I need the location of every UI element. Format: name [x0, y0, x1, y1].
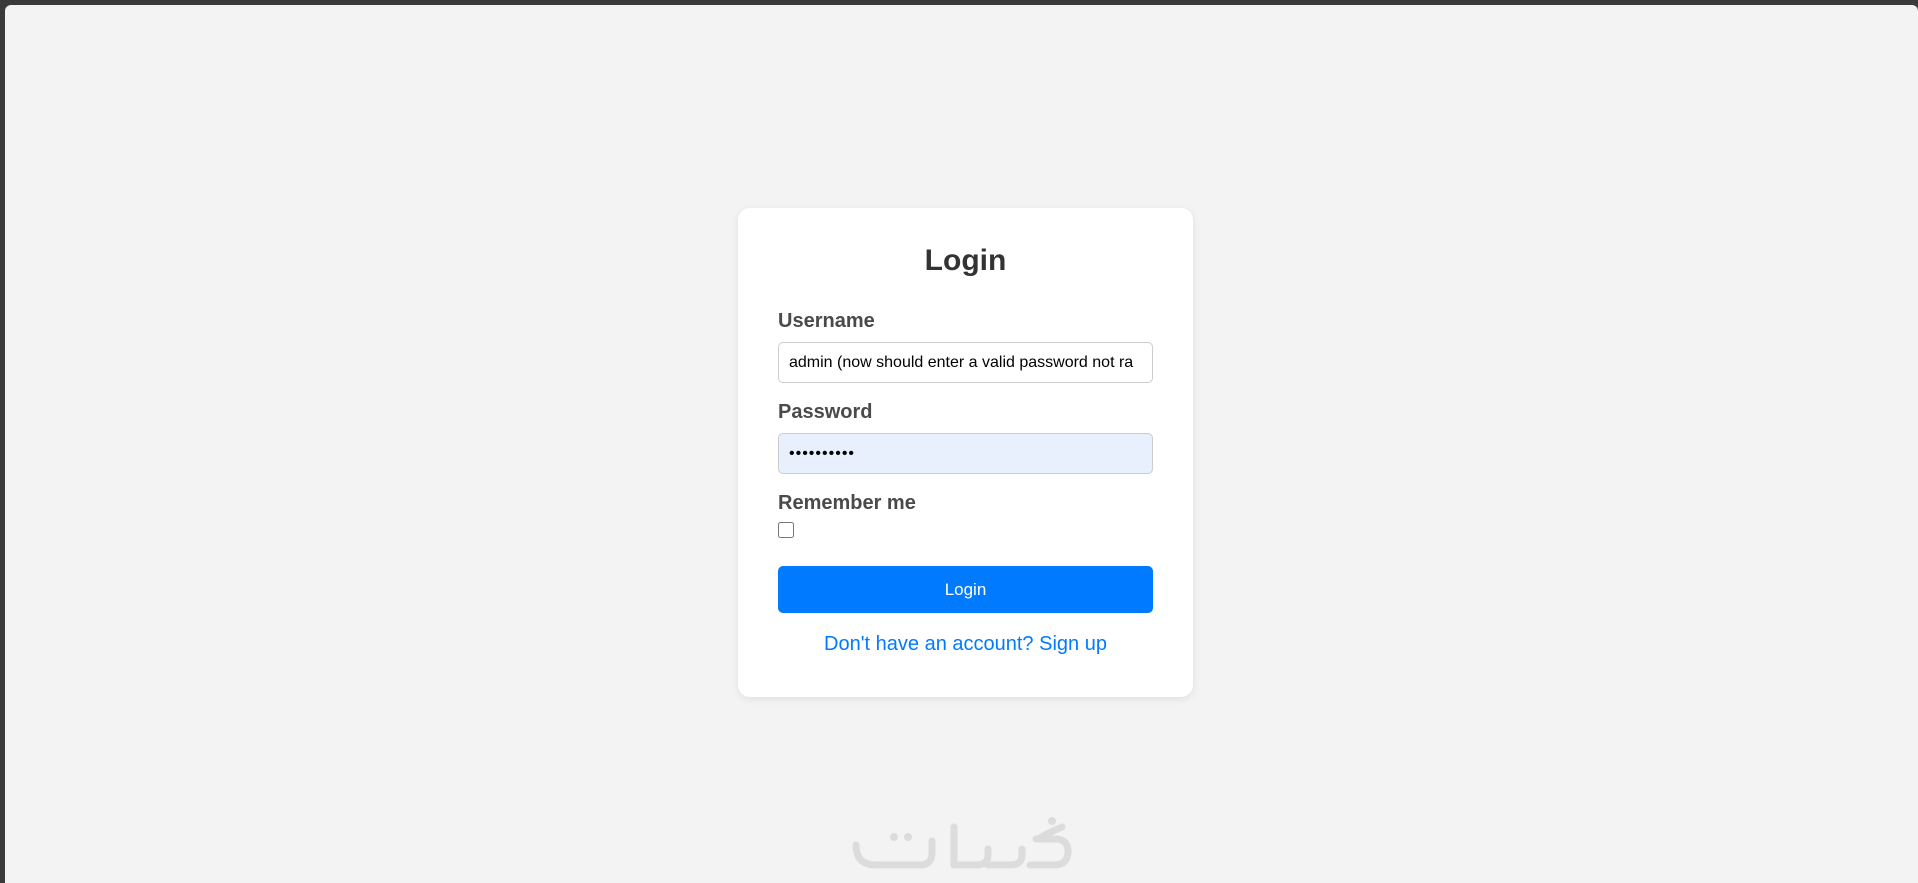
login-card: Login Username Password Remember me Logi…: [738, 208, 1193, 697]
username-input[interactable]: [778, 342, 1153, 383]
username-label: Username: [778, 310, 875, 332]
remember-me-label: Remember me: [778, 492, 916, 514]
password-label: Password: [778, 401, 873, 423]
signup-link[interactable]: Don't have an account? Sign up: [738, 633, 1193, 656]
page-title: Login: [924, 244, 1007, 277]
password-input[interactable]: [778, 433, 1153, 474]
watermark-logo: [852, 817, 1072, 869]
page-background: Login Username Password Remember me Logi…: [5, 5, 1918, 883]
remember-me-checkbox[interactable]: [778, 522, 794, 538]
login-button[interactable]: Login: [778, 566, 1153, 613]
